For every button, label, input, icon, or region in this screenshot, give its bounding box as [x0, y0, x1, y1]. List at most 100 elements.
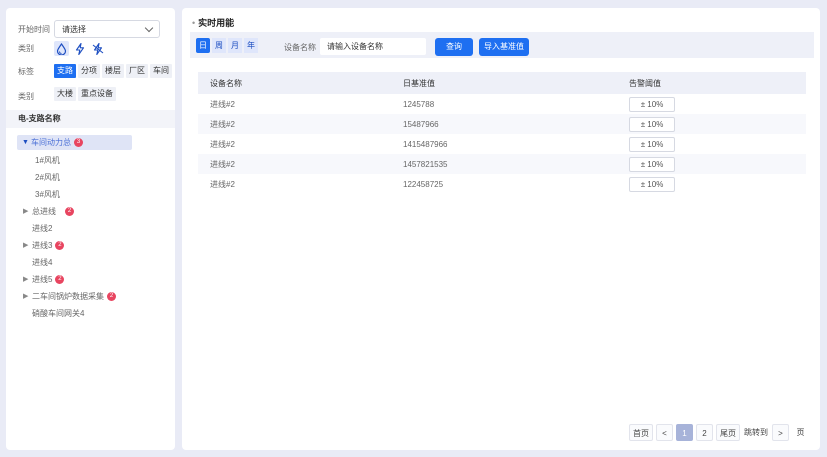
cell-device: 进线#2	[210, 119, 235, 129]
cell-baseline: 1245788	[403, 99, 435, 109]
tag-row: 标签 支路 分项 楼层 厂区 车间	[18, 64, 174, 78]
main-panel: •实时用能 日 周 月 年 设备名称 查询 导入基准值 设备名称 日基准值 告警…	[182, 8, 820, 450]
period-month-button[interactable]: 月	[228, 38, 242, 53]
period-year-button[interactable]: 年	[244, 38, 258, 53]
cell-baseline: 122458725	[403, 179, 444, 189]
water-drop-icon[interactable]	[54, 41, 69, 56]
prev-page-button[interactable]: <	[656, 424, 673, 441]
cell-device: 进线#2	[210, 179, 235, 189]
cell-device: 进线#2	[210, 159, 235, 169]
tree-item-workshop-power[interactable]: ▼ 车间动力总 3	[17, 135, 132, 150]
tree-item-incoming-5[interactable]: ▶ 进线5 2	[23, 272, 65, 286]
bullet-icon: •	[192, 18, 196, 28]
caret-right-icon: ▶	[23, 293, 29, 300]
tree-item-label: 2#风机	[35, 172, 60, 182]
period-day-button[interactable]: 日	[196, 38, 210, 53]
start-time-select[interactable]: 请选择	[54, 20, 160, 38]
type-chip-key-equipment[interactable]: 重点设备	[78, 86, 116, 101]
start-time-value: 请选择	[62, 24, 86, 34]
toolbar: 日 周 月 年 设备名称 查询 导入基准值	[190, 32, 814, 58]
table-row[interactable]: 进线#2 122458725 ± 10%	[198, 174, 806, 194]
tree-item-label: 1#风机	[35, 155, 60, 165]
tree-header: 电-支路名称	[6, 110, 175, 128]
tag-label: 标签	[18, 66, 34, 76]
tree-item-label: 进线3	[32, 240, 53, 250]
tree-item-label: 二车间锅炉数据采集	[32, 291, 104, 301]
page-title-text: 实时用能	[198, 18, 235, 28]
lightning-icon[interactable]	[72, 41, 87, 56]
first-page-button[interactable]: 首页	[629, 424, 653, 441]
threshold-field[interactable]: ± 10%	[629, 176, 675, 192]
count-badge: 2	[55, 240, 65, 250]
type-label: 类别	[18, 44, 34, 53]
start-time-row: 开始时间 请选择	[18, 20, 160, 38]
count-badge: 2	[55, 274, 65, 284]
caret-right-icon: ▶	[23, 276, 29, 283]
tree-item-fan-1[interactable]: 1#风机	[35, 153, 60, 167]
tag-chip-floor[interactable]: 楼层	[102, 64, 124, 78]
table-row[interactable]: 进线#2 15487966 ± 10%	[198, 114, 806, 134]
caret-right-icon: ▶	[23, 242, 29, 249]
tag-type-label: 类别	[18, 92, 34, 101]
type-chip-building[interactable]: 大楼	[54, 86, 76, 101]
last-page-button[interactable]: 尾页	[716, 424, 740, 441]
column-header-device: 设备名称	[210, 78, 242, 88]
threshold-field[interactable]: ± 10%	[629, 156, 675, 172]
type-row: 类别	[18, 41, 108, 56]
filter-panel: 开始时间 请选择 类别 标签 支路 分项 楼层 厂区 车间 类别 大楼 重点设备…	[6, 8, 175, 450]
tree-item-boiler-data[interactable]: ▶ 二车间锅炉数据采集 2	[23, 289, 116, 303]
tag-chip-workshop[interactable]: 车间	[150, 64, 172, 78]
device-name-label: 设备名称	[284, 43, 316, 52]
page-1-button[interactable]: 1	[676, 424, 693, 441]
tree-item-label: 总进线	[32, 206, 56, 216]
threshold-field[interactable]: ± 10%	[629, 116, 675, 132]
tree-item-label: 车间动力总	[31, 138, 71, 147]
device-name-input[interactable]	[320, 38, 426, 55]
table-row[interactable]: 进线#2 1415487966 ± 10%	[198, 134, 806, 154]
import-baseline-button[interactable]: 导入基准值	[479, 38, 529, 56]
page-suffix-label: 页	[796, 428, 805, 437]
pagination: 首页 < 1 2 尾页 跳转到 > 页	[626, 424, 809, 441]
caret-down-icon: ▼	[22, 139, 29, 146]
chevron-down-icon	[144, 23, 154, 32]
page-title: • 实时用能	[192, 16, 234, 29]
no-lightning-icon[interactable]	[90, 41, 105, 56]
tag-chip-branch[interactable]: 支路	[54, 64, 76, 78]
jump-to-label: 跳转到	[744, 428, 768, 437]
count-badge: 2	[107, 291, 116, 301]
tree-item-fan-2[interactable]: 2#风机	[35, 170, 60, 184]
tag-chip-plant[interactable]: 厂区	[126, 64, 148, 78]
table-header: 设备名称 日基准值 告警阈值	[198, 72, 806, 94]
count-badge: 2	[65, 206, 74, 216]
tree-item-label: 进线4	[32, 257, 53, 267]
tree-item-incoming-2[interactable]: 进线2	[32, 221, 52, 235]
tree-item-incoming-3[interactable]: ▶ 进线3 2	[23, 238, 65, 252]
tree-item-nitric-gateway[interactable]: 硝酸车间网关4	[32, 306, 84, 320]
cell-device: 进线#2	[210, 99, 235, 109]
tree-item-label: 硝酸车间网关4	[32, 308, 85, 318]
query-button[interactable]: 查询	[435, 38, 473, 56]
tree-item-incoming-4[interactable]: 进线4	[32, 255, 52, 269]
next-page-button[interactable]: >	[772, 424, 789, 441]
table-row[interactable]: 进线#2 1245788 ± 10%	[198, 94, 806, 114]
threshold-field[interactable]: ± 10%	[629, 136, 675, 152]
tree-item-label: 3#风机	[35, 189, 60, 199]
tree-item-fan-3[interactable]: 3#风机	[35, 187, 60, 201]
count-badge: 3	[74, 138, 83, 147]
column-header-threshold: 告警阈值	[629, 78, 661, 88]
tag-type-row: 类别 大楼 重点设备	[18, 85, 118, 102]
page-2-button[interactable]: 2	[696, 424, 713, 441]
tree-item-label: 进线5	[32, 274, 53, 284]
start-time-label: 开始时间	[18, 24, 50, 34]
period-week-button[interactable]: 周	[212, 38, 226, 53]
tag-chip-item[interactable]: 分项	[78, 64, 100, 78]
table-row[interactable]: 进线#2 1457821535 ± 10%	[198, 154, 806, 174]
threshold-field[interactable]: ± 10%	[629, 96, 675, 112]
cell-baseline: 15487966	[403, 119, 439, 129]
column-header-baseline: 日基准值	[403, 78, 435, 88]
tree-item-main-incoming[interactable]: ▶ 总进线 2	[23, 204, 74, 218]
baseline-table: 设备名称 日基准值 告警阈值 进线#2 1245788 ± 10% 进线#2 1…	[198, 72, 806, 194]
cell-device: 进线#2	[210, 139, 235, 149]
tree-item-label: 进线2	[32, 223, 53, 233]
cell-baseline: 1415487966	[403, 139, 448, 149]
